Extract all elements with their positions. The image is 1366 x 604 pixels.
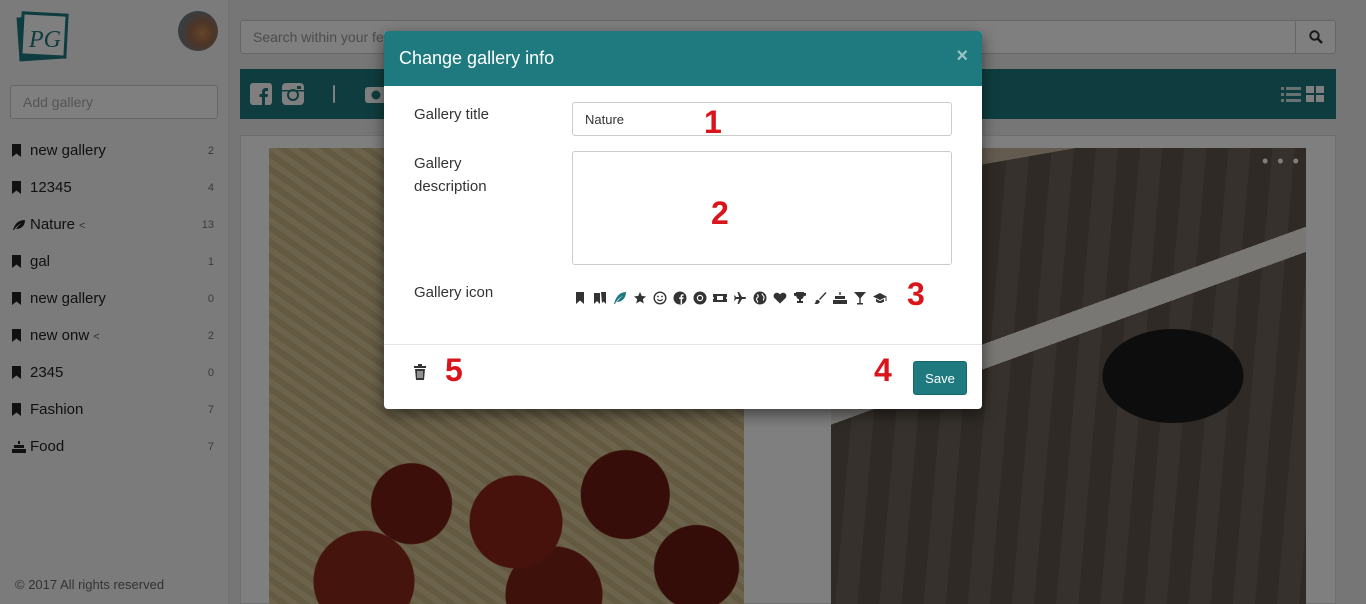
- save-button[interactable]: Save: [913, 361, 967, 395]
- annotation-1: 1: [704, 104, 722, 140]
- modal-header: Change gallery info ×: [384, 31, 982, 86]
- annotation-3: 3: [907, 276, 925, 312]
- brush-icon[interactable]: [812, 290, 828, 306]
- cake-icon[interactable]: [832, 290, 848, 306]
- gallery-description-input[interactable]: [572, 151, 952, 265]
- facebook-icon[interactable]: [672, 290, 688, 306]
- annotation-5: 5: [445, 352, 463, 388]
- globe-icon[interactable]: [752, 290, 768, 306]
- gallery-icon-picker: [572, 289, 888, 307]
- graduation-cap-icon[interactable]: [872, 290, 888, 306]
- gallery-icon-label: Gallery icon: [414, 284, 494, 301]
- modal-footer: Save: [384, 344, 982, 409]
- bookmark-icon[interactable]: [572, 290, 588, 306]
- smiley-icon[interactable]: [652, 290, 668, 306]
- trash-icon[interactable]: [413, 364, 427, 380]
- ticket-icon[interactable]: [712, 290, 728, 306]
- annotation-2: 2: [711, 195, 729, 231]
- close-button[interactable]: ×: [956, 46, 968, 66]
- gallery-title-input[interactable]: [572, 102, 952, 136]
- dribbble-icon[interactable]: [692, 290, 708, 306]
- cocktail-icon[interactable]: [852, 290, 868, 306]
- leaf-icon[interactable]: [612, 290, 628, 306]
- trophy-icon[interactable]: [792, 290, 808, 306]
- modal-title: Change gallery info: [399, 48, 555, 68]
- change-gallery-modal: Change gallery info × Gallery title Gall…: [384, 31, 982, 409]
- bookmarks-icon[interactable]: [592, 290, 608, 306]
- star-icon[interactable]: [632, 290, 648, 306]
- heart-icon[interactable]: [772, 290, 788, 306]
- gallery-description-label: Gallery description: [414, 155, 487, 195]
- plane-icon[interactable]: [732, 290, 748, 306]
- annotation-4: 4: [874, 352, 892, 388]
- gallery-title-label: Gallery title: [414, 106, 490, 123]
